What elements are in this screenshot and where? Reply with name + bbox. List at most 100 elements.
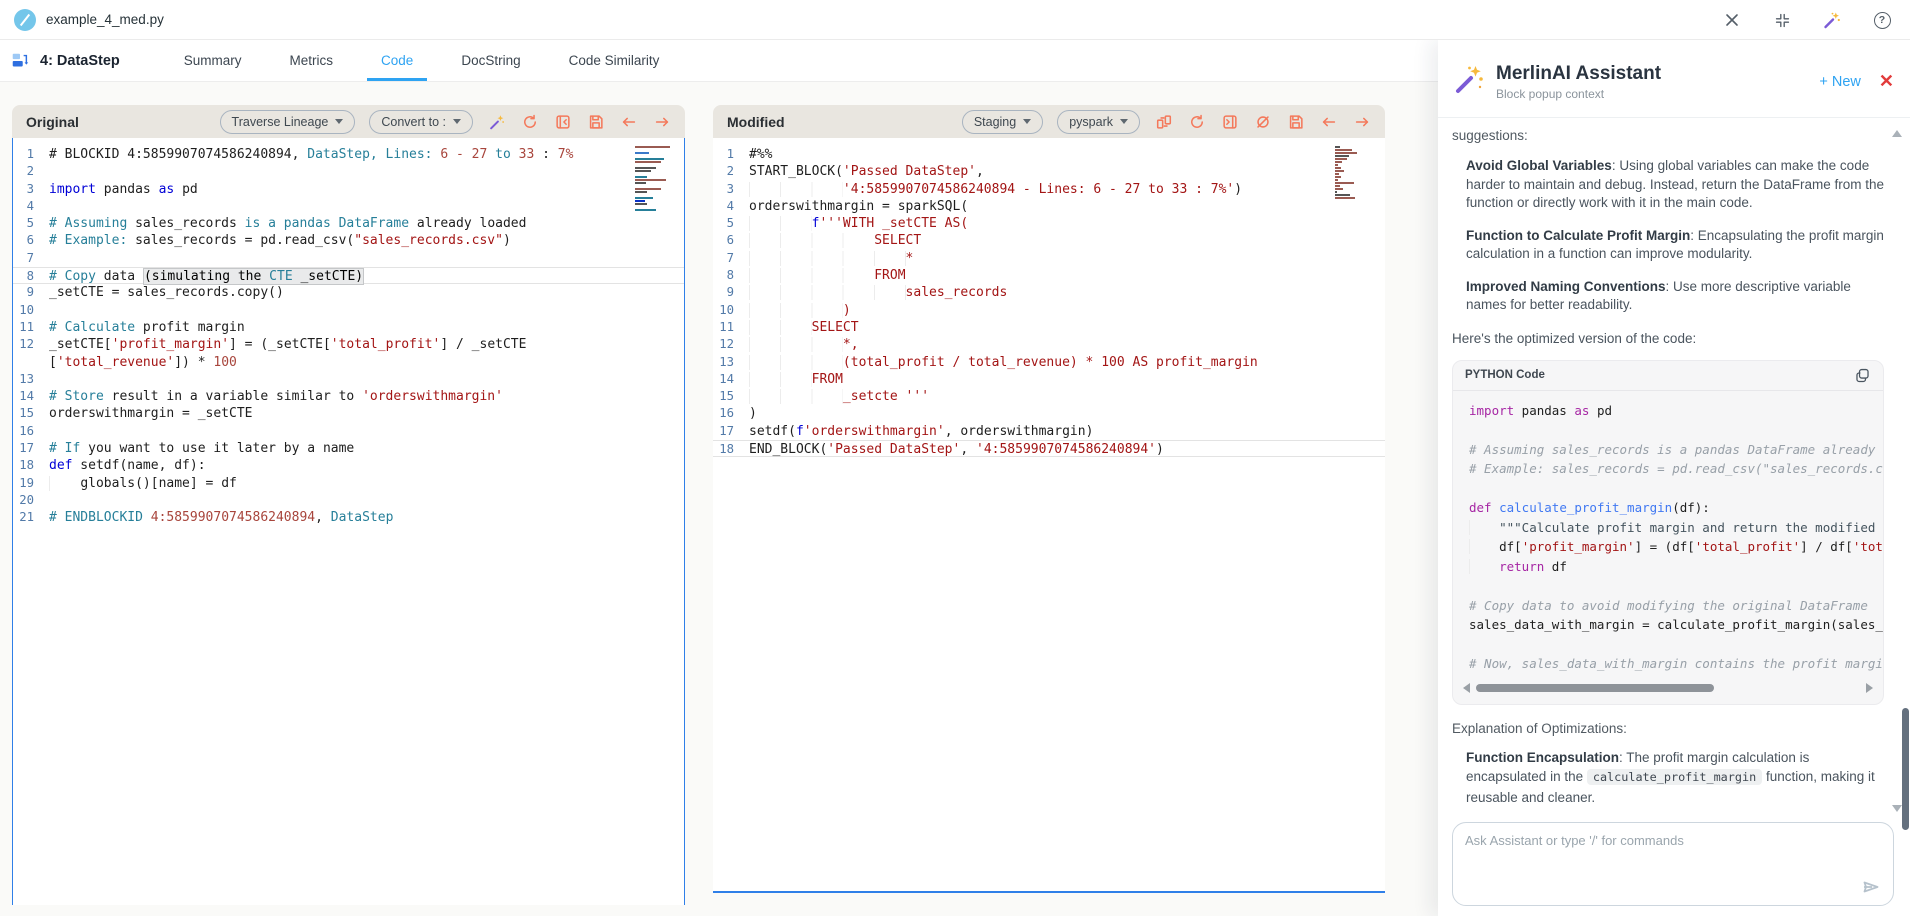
suggestions-list: Avoid Global Variables: Using global var…	[1452, 157, 1884, 315]
modified-minimap[interactable]	[1335, 146, 1375, 200]
enter-block-icon[interactable]	[1220, 112, 1239, 131]
line-number: 14	[13, 388, 49, 405]
line-number: 5	[713, 215, 749, 232]
code-line: 2START_BLOCK('Passed DataStep',	[713, 163, 1385, 180]
code-line: 11# Calculate profit margin	[13, 319, 684, 336]
chevron-down-icon	[453, 119, 461, 124]
code-line: 16)	[713, 405, 1385, 422]
line-number: 18	[713, 441, 749, 456]
assistant-input[interactable]	[1453, 823, 1893, 905]
line-number: 10	[13, 302, 49, 319]
scroll-left-icon[interactable]	[1463, 683, 1470, 693]
original-code[interactable]: 1# BLOCKID 4:5859907074586240894, DataSt…	[12, 138, 685, 905]
modified-panel: Modified Staging pyspark	[713, 105, 1385, 138]
explanations-list: Function Encapsulation: The profit margi…	[1452, 748, 1884, 819]
code-line: 12 *,	[713, 336, 1385, 353]
tab-strip: SummaryMetricsCodeDocStringCode Similari…	[160, 40, 684, 81]
line-number: 8	[13, 268, 49, 283]
datastep-icon	[10, 51, 30, 71]
line-number: 1	[13, 146, 49, 163]
code-line: 18def setdf(name, df):	[13, 457, 684, 474]
line-number: 15	[13, 405, 49, 422]
line-number: 4	[13, 198, 49, 215]
new-chat-button[interactable]: + New	[1819, 74, 1861, 90]
code-line: 13 (total_profit / total_revenue) * 100 …	[713, 354, 1385, 371]
line-number: 13	[13, 371, 49, 388]
arrow-left-icon[interactable]	[619, 112, 638, 131]
tab-code[interactable]: Code	[357, 40, 437, 81]
compare-icon[interactable]	[1154, 112, 1173, 131]
code-line: 20	[13, 492, 684, 509]
code-line: 21# ENDBLOCKID 4:5859907074586240894, Da…	[13, 509, 684, 526]
copy-icon[interactable]	[1854, 367, 1871, 384]
assistant-panel: MerlinAI Assistant Block popup context +…	[1438, 40, 1910, 916]
close-icon[interactable]	[1722, 10, 1742, 30]
save-icon[interactable]	[1286, 112, 1305, 131]
hide-icon[interactable]	[1253, 112, 1272, 131]
code-line: 12_setCTE['profit_margin'] = (_setCTE['t…	[13, 336, 684, 353]
code-line: return df	[1469, 557, 1883, 577]
magic-wand-icon	[1452, 62, 1486, 101]
code-line: ['total_revenue']) * 100	[13, 354, 684, 371]
line-number: 1	[713, 146, 749, 163]
line-number: 7	[13, 250, 49, 267]
code-hscrollbar	[1463, 680, 1873, 696]
arrow-right-icon[interactable]	[1352, 112, 1371, 131]
code-line: 10	[13, 302, 684, 319]
chevron-down-icon	[335, 119, 343, 124]
line-number: 21	[13, 509, 49, 526]
hscroll-thumb[interactable]	[1476, 684, 1714, 692]
assistant-subtitle: Block popup context	[1496, 87, 1661, 101]
code-line: 6# Example: sales_records = pd.read_csv(…	[13, 232, 684, 249]
exit-block-icon[interactable]	[553, 112, 572, 131]
code-line: 10 )	[713, 302, 1385, 319]
refresh-icon[interactable]	[520, 112, 539, 131]
tab-summary[interactable]: Summary	[160, 40, 266, 81]
line-number: 3	[13, 181, 49, 198]
line-number: 10	[713, 302, 749, 319]
staging-dropdown[interactable]: Staging	[962, 110, 1043, 134]
code-line: 18END_BLOCK('Passed DataStep', '4:585990…	[713, 440, 1385, 457]
assistant-code[interactable]: import pandas as pd # Assuming sales_rec…	[1453, 391, 1883, 676]
help-icon[interactable]: ?	[1872, 10, 1892, 30]
code-line	[1469, 420, 1883, 440]
code-line: 7 *	[713, 250, 1385, 267]
line-number: 11	[713, 319, 749, 336]
line-number: 19	[13, 475, 49, 492]
line-number: 20	[13, 492, 49, 509]
assistant-close-icon[interactable]: ✕	[1879, 71, 1894, 92]
window-title: example_4_med.py	[46, 12, 164, 27]
line-number: 6	[713, 232, 749, 249]
code-line: 17setdf(f'orderswithmargin', orderswithm…	[713, 423, 1385, 440]
save-icon[interactable]	[586, 112, 605, 131]
send-icon[interactable]	[1861, 877, 1881, 897]
tab-code-similarity[interactable]: Code Similarity	[545, 40, 684, 81]
code-line: 13	[13, 371, 684, 388]
magic-wand-icon[interactable]	[487, 112, 506, 131]
collapse-icon[interactable]	[1772, 10, 1792, 30]
code-line: 5# Assuming sales_records is a pandas Da…	[13, 215, 684, 232]
arrow-right-icon[interactable]	[652, 112, 671, 131]
tab-docstring[interactable]: DocString	[437, 40, 544, 81]
refresh-icon[interactable]	[1187, 112, 1206, 131]
convert-to-button[interactable]: Convert to :	[369, 110, 473, 134]
code-line: 6 SELECT	[713, 232, 1385, 249]
line-number: 11	[13, 319, 49, 336]
magic-wand-icon[interactable]	[1822, 10, 1842, 30]
step-label: 4: DataStep	[40, 53, 120, 69]
code-line: def calculate_profit_margin(df):	[1469, 498, 1883, 518]
app-logo-icon	[14, 9, 36, 31]
scroll-right-icon[interactable]	[1866, 683, 1873, 693]
code-line: 9 sales_records	[713, 284, 1385, 301]
original-minimap[interactable]	[635, 146, 675, 212]
assistant-header: MerlinAI Assistant Block popup context +…	[1438, 40, 1910, 118]
language-dropdown[interactable]: pyspark	[1057, 110, 1140, 134]
traverse-lineage-button[interactable]: Traverse Lineage	[220, 110, 356, 134]
modified-code[interactable]: 1#%%2START_BLOCK('Passed DataStep',3 '4:…	[713, 138, 1385, 893]
line-number: 3	[713, 181, 749, 198]
code-line: # Copy data to avoid modifying the origi…	[1469, 596, 1883, 616]
code-line: 3import pandas as pd	[13, 181, 684, 198]
tab-metrics[interactable]: Metrics	[266, 40, 358, 81]
arrow-left-icon[interactable]	[1319, 112, 1338, 131]
vscroll-thumb[interactable]	[1902, 708, 1909, 830]
